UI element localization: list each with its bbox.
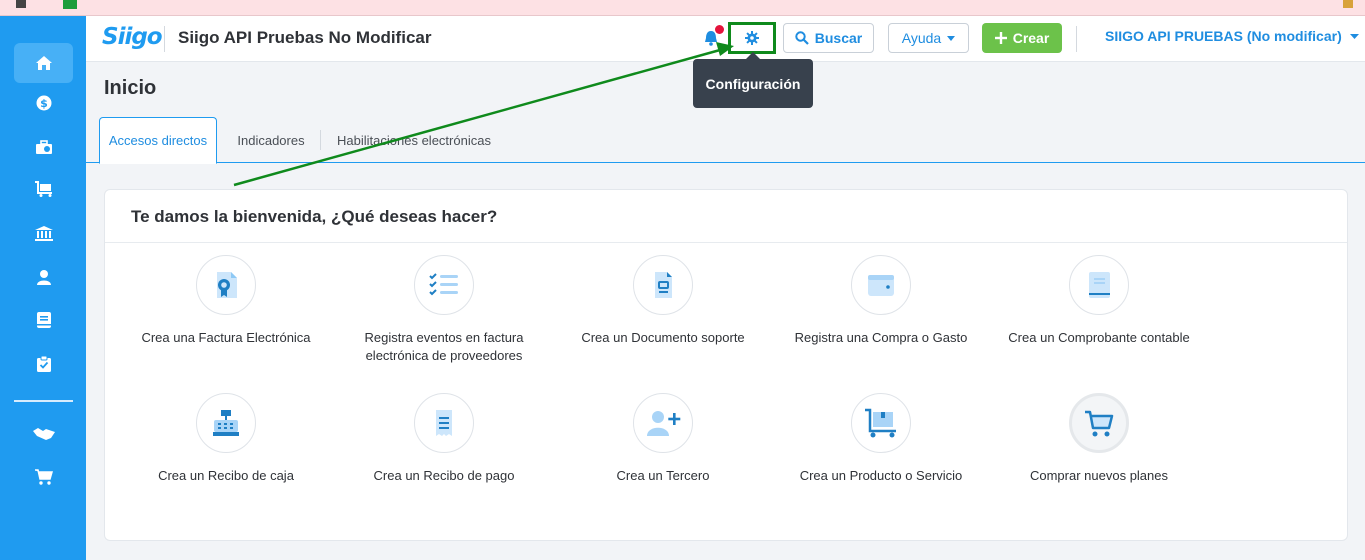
- shopping-cart-icon: [1085, 410, 1114, 437]
- action-label: Crea un Tercero: [616, 468, 710, 483]
- cart-box-icon: [865, 408, 896, 438]
- book-icon: [36, 312, 51, 328]
- action-icon-circle: [414, 393, 474, 453]
- tab-divider: [320, 130, 321, 150]
- settings-tooltip: Configuración: [693, 52, 813, 108]
- sidebar-item-store[interactable]: [14, 457, 73, 497]
- action-label: Comprar nuevos planes: [1029, 468, 1169, 483]
- home-icon: [35, 56, 52, 70]
- add-user-icon: [647, 411, 681, 436]
- sidebar-divider: [14, 400, 73, 402]
- invoice-ribbon-icon: [217, 272, 237, 298]
- shopping-cart-icon: [34, 469, 53, 485]
- handshake-icon: [32, 428, 55, 440]
- card-divider: [105, 242, 1347, 243]
- header-divider: [164, 26, 165, 52]
- action-label: Crea un Documento soporte: [581, 330, 745, 345]
- user-icon: [36, 270, 51, 285]
- sidebar-item-home[interactable]: [14, 43, 73, 83]
- svg-text:$: $: [40, 97, 48, 110]
- action-icon-circle: [414, 255, 474, 315]
- search-button[interactable]: Buscar: [783, 23, 874, 53]
- dollar-icon: $: [36, 95, 51, 111]
- action-create-product[interactable]: Crea un Producto o Servicio: [772, 393, 990, 485]
- header-divider: [1076, 26, 1077, 52]
- browser-icon: [1343, 0, 1353, 8]
- tab-bar: Accesos directos Indicadores Habilitacio…: [86, 117, 1365, 164]
- action-label: Crea una Factura Electrónica: [141, 330, 311, 345]
- action-label: Crea un Recibo de caja: [158, 468, 294, 483]
- action-icon-circle: [1069, 393, 1129, 453]
- gear-icon: [745, 31, 759, 45]
- action-icon-circle: [196, 255, 256, 315]
- help-dropdown-label: Ayuda: [901, 30, 942, 46]
- browser-tab-icon: [63, 0, 77, 9]
- help-dropdown[interactable]: Ayuda: [888, 23, 969, 53]
- notification-badge: [715, 25, 724, 34]
- create-button[interactable]: Crear: [982, 23, 1062, 53]
- cart-box-icon: [34, 181, 52, 197]
- sidebar-item-purchases[interactable]: [14, 127, 73, 167]
- page-title: Inicio: [104, 77, 157, 99]
- sidebar-item-accounting[interactable]: [14, 300, 73, 340]
- siigo-logo[interactable]: Siigo: [102, 24, 163, 52]
- sidebar-item-banks[interactable]: [14, 214, 73, 254]
- search-icon: [795, 31, 809, 45]
- action-create-accounting-voucher[interactable]: Crea un Comprobante contable: [990, 255, 1208, 347]
- company-name: Siigo API Pruebas No Modificar: [178, 28, 432, 47]
- settings-button[interactable]: [728, 22, 776, 54]
- action-create-payment-receipt[interactable]: Crea un Recibo de pago: [335, 393, 553, 485]
- tab-accesos-directos[interactable]: Accesos directos: [99, 117, 217, 164]
- action-icon-circle: [851, 255, 911, 315]
- action-label: Crea un Producto o Servicio: [799, 468, 963, 483]
- tab-indicadores[interactable]: Indicadores: [232, 117, 310, 163]
- sidebar-item-reports[interactable]: [14, 344, 73, 384]
- action-register-purchase[interactable]: Registra una Compra o Gasto: [772, 255, 990, 347]
- action-icon-circle: [633, 255, 693, 315]
- user-menu-label: SIIGO API PRUEBAS (No modificar): [1105, 28, 1342, 44]
- action-create-third-party[interactable]: Crea un Tercero: [554, 393, 772, 485]
- sidebar: $: [0, 16, 86, 560]
- search-button-label: Buscar: [814, 30, 863, 46]
- action-icon-circle: [851, 393, 911, 453]
- action-create-support-document[interactable]: Crea un Documento soporte: [554, 255, 772, 347]
- action-register-supplier-events[interactable]: Registra eventos en factura electrónica …: [335, 255, 553, 365]
- browser-strip: [0, 0, 1365, 16]
- create-button-label: Crear: [1012, 30, 1050, 46]
- sidebar-item-partners[interactable]: [14, 414, 73, 454]
- sidebar-item-inventory[interactable]: [14, 169, 73, 209]
- action-buy-plans[interactable]: Comprar nuevos planes: [990, 393, 1208, 485]
- welcome-title: Te damos la bienvenida, ¿Qué deseas hace…: [131, 207, 498, 226]
- sidebar-item-contacts[interactable]: [14, 257, 73, 297]
- welcome-card: Te damos la bienvenida, ¿Qué deseas hace…: [104, 189, 1348, 541]
- user-menu[interactable]: SIIGO API PRUEBAS (No modificar): [1105, 28, 1359, 44]
- top-bar: Siigo Siigo API Pruebas No Modificar Bus…: [86, 16, 1365, 62]
- sidebar-item-sales[interactable]: $: [14, 83, 73, 123]
- clipboard-check-icon: [36, 356, 51, 372]
- ledger-book-icon: [1089, 272, 1110, 298]
- cash-register-icon: [213, 410, 239, 436]
- caret-down-icon: [947, 35, 956, 41]
- action-label: Crea un Comprobante contable: [1008, 330, 1190, 345]
- wallet-icon: [868, 275, 894, 296]
- checklist-icon: [429, 273, 458, 296]
- document-icon: [655, 272, 672, 298]
- briefcase-money-icon: [35, 140, 52, 154]
- browser-icon: [16, 0, 26, 8]
- action-label: Registra una Compra o Gasto: [794, 330, 968, 345]
- action-label: Crea un Recibo de pago: [373, 468, 515, 483]
- action-create-invoice[interactable]: Crea una Factura Electrónica: [117, 255, 335, 347]
- caret-down-icon: [1349, 33, 1359, 39]
- action-icon-circle: [633, 393, 693, 453]
- plus-icon: [994, 32, 1007, 44]
- receipt-icon: [436, 410, 452, 436]
- action-icon-circle: [196, 393, 256, 453]
- action-icon-circle: [1069, 255, 1129, 315]
- bank-icon: [34, 226, 53, 241]
- action-create-cash-receipt[interactable]: Crea un Recibo de caja: [117, 393, 335, 485]
- tab-habilitaciones-electronicas[interactable]: Habilitaciones electrónicas: [334, 117, 494, 163]
- action-label: Registra eventos en factura electrónica …: [364, 330, 524, 363]
